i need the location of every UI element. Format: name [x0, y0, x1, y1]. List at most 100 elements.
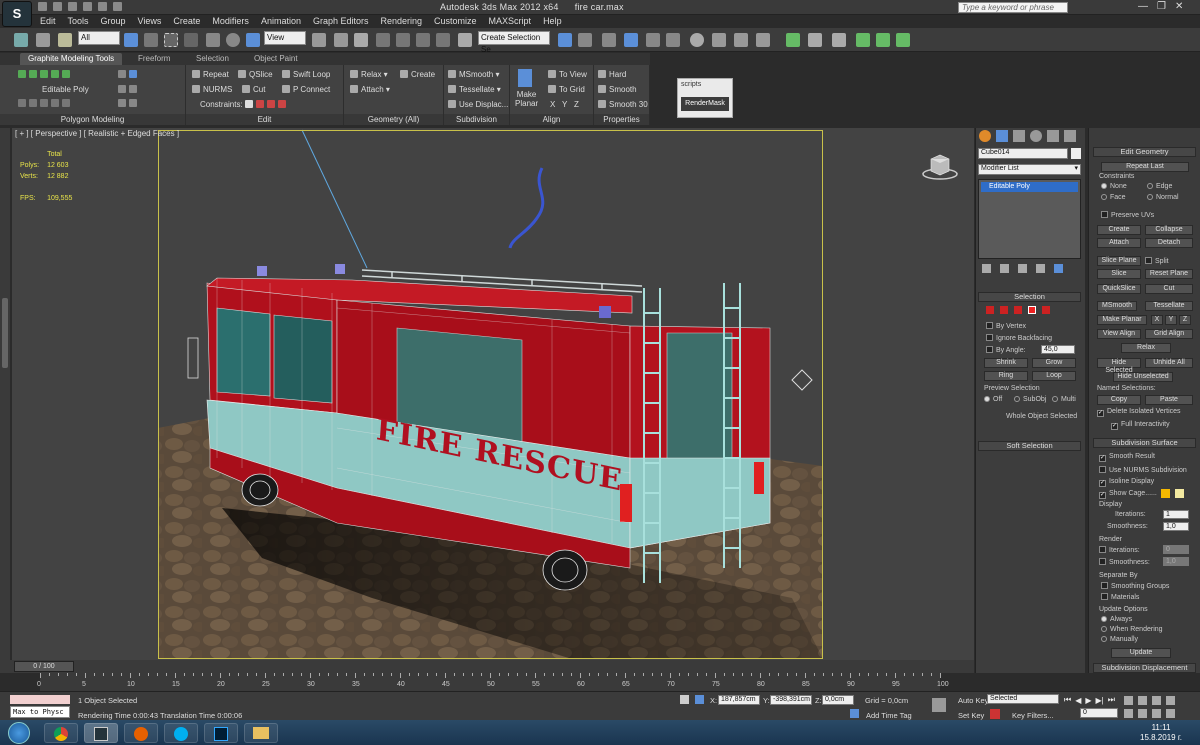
use-nurms-checkbox[interactable]: Use NURMS Subdivision [1099, 466, 1187, 474]
skype-taskbar-icon[interactable] [164, 723, 198, 743]
show-cage-checkbox[interactable]: ✓ Show Cage...... [1099, 490, 1157, 499]
key-filters-button[interactable]: Key Filters... [1012, 711, 1054, 720]
planar-z-button[interactable]: Z [1179, 315, 1191, 325]
slice-button[interactable]: Slice [1097, 269, 1141, 279]
planar-x-button[interactable]: X [1151, 315, 1163, 325]
window-crossing-icon[interactable] [184, 33, 198, 47]
edge-icon[interactable] [29, 70, 37, 78]
menu-tools[interactable]: Tools [62, 15, 95, 28]
make-planar-icon[interactable] [518, 69, 532, 87]
previous-frame-icon[interactable]: ◀ [1075, 696, 1081, 705]
menu-animation[interactable]: Animation [255, 15, 307, 28]
cage-color-swatch-1[interactable] [1161, 489, 1170, 498]
new-file-icon[interactable] [38, 2, 47, 11]
planar-y-button[interactable]: Y [1165, 315, 1177, 325]
plugin-tool-icon-2[interactable] [876, 33, 890, 47]
hierarchy-tab-icon[interactable] [1013, 130, 1025, 142]
smoothness-spinner[interactable]: 1,0 [1163, 522, 1189, 531]
object-color-swatch[interactable] [1071, 148, 1081, 159]
by-vertex-checkbox[interactable]: By Vertex [986, 322, 1026, 330]
system-clock[interactable]: 11:11 15.8.2019 г. [1140, 723, 1182, 743]
menu-rendering[interactable]: Rendering [375, 15, 429, 28]
to-view-button[interactable]: To View [548, 70, 587, 79]
chrome-taskbar-icon[interactable] [44, 723, 78, 743]
time-tag-icon[interactable] [850, 709, 859, 718]
constraint-normal-radio[interactable]: Normal [1147, 194, 1179, 201]
object-name-field[interactable]: Cube014 [978, 148, 1068, 159]
set-key-button[interactable]: Set Key [958, 711, 984, 720]
lock-selection-icon[interactable] [680, 695, 689, 704]
maxscript-listener-mini[interactable] [10, 695, 70, 704]
modifier-list-dropdown[interactable]: Modifier List ▾ [978, 164, 1081, 175]
save-file-icon[interactable] [68, 2, 77, 11]
remove-modifier-icon[interactable] [1036, 264, 1045, 273]
scale-icon[interactable] [246, 33, 260, 47]
rectangle-selection-icon[interactable] [164, 33, 178, 47]
attach-button[interactable]: Attach [1097, 238, 1141, 248]
render-iterations-spinner[interactable]: 0 [1163, 545, 1189, 554]
modify-tab-icon[interactable] [996, 130, 1008, 142]
tool-icon-2[interactable] [832, 33, 846, 47]
render-setup-icon[interactable] [712, 33, 726, 47]
x-coordinate-field[interactable]: 187,857cm [718, 695, 760, 705]
edit-geometry-header[interactable]: Edit Geometry [1093, 147, 1196, 157]
named-selection-sets-dropdown[interactable]: Create Selection Se [478, 31, 550, 54]
tab-selection[interactable]: Selection [196, 54, 229, 63]
nurms-button[interactable]: NURMS [192, 85, 232, 94]
configure-modifier-sets-icon[interactable] [1054, 264, 1063, 273]
maximize-viewport-icon[interactable] [1166, 709, 1175, 718]
snaps-toggle-icon[interactable] [376, 33, 390, 47]
relax-button[interactable]: Relax ▾ [350, 70, 388, 79]
border-icon[interactable] [40, 70, 48, 78]
play-icon[interactable]: ▶ [1085, 696, 1091, 705]
isoline-display-checkbox[interactable]: ✓ Isoline Display [1099, 478, 1154, 487]
align-icon[interactable] [578, 33, 592, 47]
next-frame-icon[interactable]: ▶| [1096, 696, 1104, 705]
hide-unselected-button[interactable]: Hide Unselected [1113, 372, 1173, 382]
reference-coordinate-dropdown[interactable]: View [264, 31, 306, 45]
open-file-icon[interactable] [53, 2, 62, 11]
hard-button[interactable]: Hard [598, 70, 626, 79]
layer-manager-icon[interactable] [602, 33, 616, 47]
iterations-spinner[interactable]: 1 [1163, 510, 1189, 519]
use-displace-button[interactable]: Use Displac... [448, 100, 508, 109]
qslice-button[interactable]: QSlice [238, 70, 273, 79]
repeat-last-button[interactable]: Repeat Last [1101, 162, 1189, 172]
script-tool-icon[interactable] [786, 33, 800, 47]
subdivision-surface-header[interactable]: Subdivision Surface [1093, 438, 1196, 448]
reset-plane-button[interactable]: Reset Plane [1145, 269, 1193, 279]
selection-rollout-header[interactable]: Selection [978, 292, 1081, 302]
vertex-icon[interactable] [18, 70, 26, 78]
redo-icon[interactable] [98, 2, 107, 11]
move-icon[interactable] [206, 33, 220, 47]
material-editor-icon[interactable] [690, 33, 704, 47]
relax-button[interactable]: Relax [1121, 343, 1171, 353]
undo-icon[interactable] [14, 33, 28, 47]
polygon-level-icon[interactable] [1028, 306, 1036, 314]
pivot-center-icon[interactable] [312, 33, 326, 47]
update-when-rendering-radio[interactable]: When Rendering [1101, 626, 1163, 633]
paste-button[interactable]: Paste [1145, 395, 1193, 405]
menu-help[interactable]: Help [537, 15, 568, 28]
border-level-icon[interactable] [1014, 306, 1022, 314]
tab-object-paint[interactable]: Object Paint [254, 54, 298, 63]
update-always-radio[interactable]: Always [1101, 616, 1132, 623]
curve-editor-icon[interactable] [646, 33, 660, 47]
undo-icon[interactable] [83, 2, 92, 11]
pan-icon[interactable] [1138, 709, 1147, 718]
pin-stack-icon[interactable] [982, 264, 991, 273]
photoshop-taskbar-icon[interactable] [204, 723, 238, 743]
graphite-toggle-icon[interactable] [624, 33, 638, 47]
shrink-button[interactable]: Shrink [984, 358, 1028, 368]
element-icon[interactable] [62, 70, 70, 78]
cut-button[interactable]: Cut [242, 85, 265, 94]
help-search-input[interactable]: Type a keyword or phrase [958, 2, 1068, 13]
msmooth-button[interactable]: MSmooth ▾ [448, 70, 499, 79]
schematic-view-icon[interactable] [666, 33, 680, 47]
mirror-icon[interactable] [558, 33, 572, 47]
firefox-taskbar-icon[interactable] [124, 723, 158, 743]
constraint-edge-radio[interactable]: Edge [1147, 183, 1172, 190]
preview-multi-radio[interactable]: Multi [1052, 396, 1076, 403]
smooth-button[interactable]: Smooth [598, 85, 637, 94]
constraint-normal-icon[interactable] [277, 100, 286, 108]
